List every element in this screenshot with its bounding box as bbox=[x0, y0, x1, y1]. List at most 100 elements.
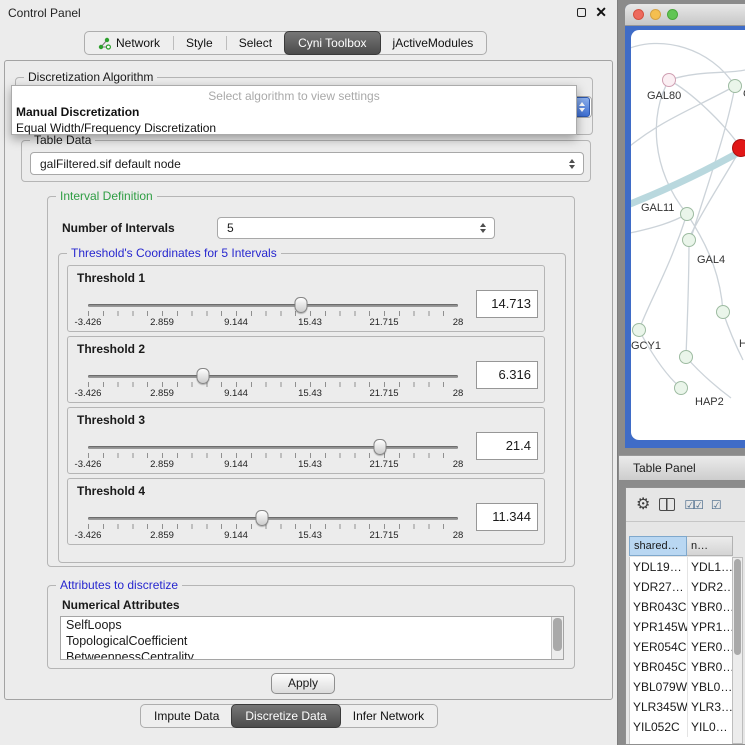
slider-scale-label: 15.43 bbox=[298, 459, 322, 470]
threshold-4-value[interactable]: 11.344 bbox=[476, 503, 538, 531]
network-node[interactable] bbox=[732, 139, 745, 157]
table-data-combo[interactable]: galFiltered.sif default node bbox=[30, 152, 584, 175]
tab-network[interactable]: Network bbox=[85, 32, 173, 54]
attribute-list-item[interactable]: SelfLoops bbox=[61, 617, 563, 633]
slider-scale-label: 15.43 bbox=[298, 388, 322, 399]
dropdown-option-manual[interactable]: Manual Discretization bbox=[12, 104, 576, 120]
slider-track[interactable] bbox=[88, 304, 458, 307]
apply-button[interactable]: Apply bbox=[271, 673, 335, 694]
cell-name[interactable]: YBL0… bbox=[688, 677, 733, 697]
select-all-checkbox-icon[interactable]: ☑☑ bbox=[684, 498, 702, 512]
threshold-2-value[interactable]: 6.316 bbox=[476, 361, 538, 389]
threshold-2-slider-thumb[interactable] bbox=[196, 368, 209, 384]
network-node[interactable] bbox=[716, 305, 730, 319]
traffic-minimize-icon[interactable] bbox=[650, 9, 661, 20]
cell-shared-name[interactable]: YBL079W bbox=[630, 677, 688, 697]
traffic-zoom-icon[interactable] bbox=[667, 9, 678, 20]
attributes-group-title: Attributes to discretize bbox=[56, 578, 182, 592]
tab-style[interactable]: Style bbox=[173, 32, 226, 54]
network-node[interactable] bbox=[674, 381, 688, 395]
tab-infer-network[interactable]: Infer Network bbox=[340, 705, 437, 727]
list-scrollbar[interactable] bbox=[551, 617, 563, 659]
threshold-3-value[interactable]: 21.4 bbox=[476, 432, 538, 460]
cell-name[interactable]: YDL1… bbox=[688, 557, 733, 577]
tab-jactivemodules[interactable]: jActiveModules bbox=[380, 32, 487, 54]
slider-scale-label: -3.426 bbox=[75, 530, 102, 541]
cell-shared-name[interactable]: YIL052C bbox=[630, 717, 688, 737]
table-row[interactable]: YLR345WYLR3… bbox=[630, 697, 733, 717]
cell-name[interactable]: YER0… bbox=[688, 637, 733, 657]
cell-name[interactable]: YLR3… bbox=[688, 697, 733, 717]
tab-select[interactable]: Select bbox=[226, 32, 285, 54]
tab-cyni-toolbox[interactable]: Cyni Toolbox bbox=[284, 31, 380, 55]
column-header-name[interactable]: n… bbox=[687, 536, 733, 556]
table-row[interactable]: YBR043CYBR0… bbox=[630, 597, 733, 617]
window-float-icon[interactable] bbox=[577, 8, 586, 17]
cell-shared-name[interactable]: YLR345W bbox=[630, 697, 688, 717]
gear-icon[interactable]: ⚙ bbox=[636, 497, 650, 513]
threshold-4-slider[interactable]: -3.4262.8599.14415.4321.71528 bbox=[88, 509, 458, 543]
table-row[interactable]: YDL19…YDL1… bbox=[630, 557, 733, 577]
column-header-shared-name[interactable]: shared… bbox=[629, 536, 687, 556]
threshold-1-slider[interactable]: -3.4262.8599.14415.4321.71528 bbox=[88, 296, 458, 330]
threshold-label: Threshold 4 bbox=[77, 484, 145, 498]
cell-name[interactable]: YDR2… bbox=[688, 577, 733, 597]
attribute-list-item[interactable]: BetweennessCentrality bbox=[61, 649, 563, 660]
table-row[interactable]: YDR27…YDR2… bbox=[630, 577, 733, 597]
slider-scale-label: 9.144 bbox=[224, 459, 248, 470]
table-scrollbar[interactable] bbox=[732, 557, 743, 744]
network-node[interactable] bbox=[662, 73, 676, 87]
select-none-checkbox-icon[interactable]: ☑ bbox=[711, 498, 720, 512]
table-row[interactable]: YER054CYER0… bbox=[630, 637, 733, 657]
cell-name[interactable]: YBR0… bbox=[688, 597, 733, 617]
slider-track[interactable] bbox=[88, 446, 458, 449]
attribute-list-item[interactable]: TopologicalCoefficient bbox=[61, 633, 563, 649]
slider-track[interactable] bbox=[88, 517, 458, 520]
thresholds-group-title: Threshold's Coordinates for 5 Intervals bbox=[67, 246, 281, 260]
threshold-2-panel: Threshold 2 -3.4262.8599.14415.4321.7152… bbox=[67, 336, 545, 403]
num-intervals-combo[interactable]: 5 bbox=[217, 217, 495, 239]
threshold-2-slider[interactable]: -3.4262.8599.14415.4321.71528 bbox=[88, 367, 458, 401]
threshold-3-slider-thumb[interactable] bbox=[374, 439, 387, 455]
threshold-1-slider-thumb[interactable] bbox=[295, 297, 308, 313]
slider-scale-label: 21.715 bbox=[369, 530, 398, 541]
network-node[interactable] bbox=[682, 233, 696, 247]
columns-icon[interactable] bbox=[659, 498, 675, 511]
combo-stepper-icon[interactable] bbox=[475, 218, 490, 238]
dropdown-option-equal-width[interactable]: Equal Width/Frequency Discretization bbox=[12, 120, 576, 136]
scrollbar-thumb[interactable] bbox=[734, 559, 741, 655]
cell-shared-name[interactable]: YDR27… bbox=[630, 577, 688, 597]
cell-shared-name[interactable]: YER054C bbox=[630, 637, 688, 657]
window-close-icon[interactable]: ✕ bbox=[595, 7, 607, 17]
threshold-label: Threshold 1 bbox=[77, 271, 145, 285]
cell-name[interactable]: YPR1… bbox=[688, 617, 733, 637]
tab-label: Network bbox=[116, 36, 160, 50]
cell-shared-name[interactable]: YDL19… bbox=[630, 557, 688, 577]
table-panel-header[interactable]: Table Panel bbox=[619, 455, 745, 481]
cell-shared-name[interactable]: YPR145W bbox=[630, 617, 688, 637]
combo-stepper-icon[interactable] bbox=[564, 153, 579, 174]
cell-name[interactable]: YIL0… bbox=[688, 717, 733, 737]
thresholds-group: Threshold's Coordinates for 5 Intervals … bbox=[58, 253, 566, 563]
table-row[interactable]: YPR145WYPR1… bbox=[630, 617, 733, 637]
scrollbar-thumb[interactable] bbox=[553, 618, 562, 651]
traffic-close-icon[interactable] bbox=[633, 9, 644, 20]
tab-discretize-data[interactable]: Discretize Data bbox=[231, 704, 340, 728]
table-row[interactable]: YBL079WYBL0… bbox=[630, 677, 733, 697]
cell-shared-name[interactable]: YBR045C bbox=[630, 657, 688, 677]
table-row[interactable]: YIL052CYIL0… bbox=[630, 717, 733, 737]
slider-scale-label: 9.144 bbox=[224, 317, 248, 328]
threshold-1-value[interactable]: 14.713 bbox=[476, 290, 538, 318]
network-node[interactable] bbox=[728, 79, 742, 93]
algorithm-placeholder: Select algorithm to view settings bbox=[12, 88, 576, 104]
threshold-3-slider[interactable]: -3.4262.8599.14415.4321.71528 bbox=[88, 438, 458, 472]
network-node[interactable] bbox=[680, 207, 694, 221]
cell-shared-name[interactable]: YBR043C bbox=[630, 597, 688, 617]
slider-track[interactable] bbox=[88, 375, 458, 378]
network-node[interactable] bbox=[679, 350, 693, 364]
network-node[interactable] bbox=[632, 323, 646, 337]
threshold-4-slider-thumb[interactable] bbox=[255, 510, 268, 526]
table-row[interactable]: YBR045CYBR0… bbox=[630, 657, 733, 677]
tab-impute-data[interactable]: Impute Data bbox=[141, 705, 232, 727]
cell-name[interactable]: YBR0… bbox=[688, 657, 733, 677]
